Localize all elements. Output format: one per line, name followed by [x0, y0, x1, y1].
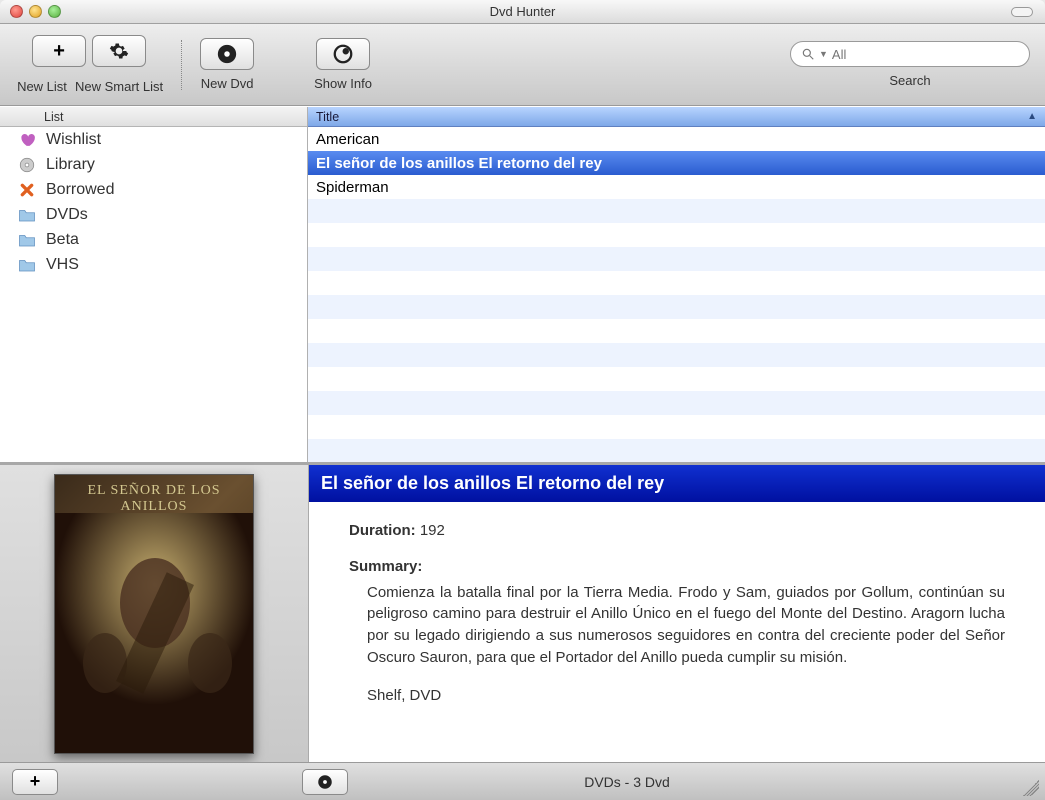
new-list-button[interactable]: + [32, 35, 86, 67]
toolbar-divider [181, 40, 182, 90]
add-button[interactable]: + [12, 769, 58, 795]
plus-icon: + [30, 771, 41, 792]
table-row-empty [308, 223, 1045, 247]
cover-title: EL SEÑOR DE LOS ANILLOS [55, 475, 253, 515]
column-header-title[interactable]: Title ▲ [308, 107, 1045, 127]
plus-icon: + [53, 40, 65, 63]
new-dvd-label: New Dvd [201, 76, 254, 91]
folder-icon [18, 231, 36, 249]
sidebar-item-beta[interactable]: Beta [0, 227, 307, 252]
titlebar: Dvd Hunter [0, 0, 1045, 24]
table-row-empty [308, 295, 1045, 319]
folder-icon [18, 256, 36, 274]
search-input[interactable] [832, 47, 1019, 62]
sidebar-item-library[interactable]: Library [0, 152, 307, 177]
sidebar-item-dvds[interactable]: DVDs [0, 202, 307, 227]
table-row[interactable]: Spiderman [308, 175, 1045, 199]
sidebar-item-label: VHS [46, 256, 79, 274]
statusbar: + DVDs - 3 Dvd [0, 762, 1045, 800]
new-smart-list-label: New Smart List [75, 79, 163, 94]
summary-label: Summary: [349, 558, 422, 575]
detail-title: El señor de los anillos El retorno del r… [309, 465, 1045, 502]
chevron-down-icon: ▼ [819, 49, 828, 59]
summary-text: Comienza la batalla final por la Tierra … [349, 582, 1005, 669]
toolbar-pill-button[interactable] [1011, 7, 1033, 17]
disc-icon [316, 773, 334, 791]
sidebar-item-label: Wishlist [46, 131, 101, 149]
show-info-label: Show Info [314, 76, 372, 91]
show-info-button[interactable] [316, 38, 370, 70]
sidebar-item-label: Library [46, 156, 95, 174]
sidebar: List Wishlist Library Borrowed DVDs Beta VHS [0, 107, 308, 462]
x-icon [18, 181, 36, 199]
table-row-empty [308, 271, 1045, 295]
table-row-empty [308, 367, 1045, 391]
search-icon [801, 47, 815, 61]
cover-pane: EL SEÑOR DE LOS ANILLOS [0, 465, 308, 762]
minimize-window-button[interactable] [29, 5, 42, 18]
disc-icon [18, 156, 36, 174]
sort-indicator-icon: ▲ [1027, 111, 1037, 122]
disc-icon [216, 43, 238, 65]
new-smart-list-button[interactable] [92, 35, 146, 67]
shelf-text: Shelf, DVD [349, 685, 1005, 707]
info-pane: El señor de los anillos El retorno del r… [308, 465, 1045, 762]
column-header-label: Title [316, 110, 339, 124]
table-row[interactable]: American [308, 127, 1045, 151]
table-row-empty [308, 199, 1045, 223]
toolbar: + New List New Smart List New Dvd [0, 24, 1045, 106]
gear-icon [109, 41, 129, 61]
table-row-empty [308, 319, 1045, 343]
sidebar-item-wishlist[interactable]: Wishlist [0, 127, 307, 152]
table-row-empty [308, 247, 1045, 271]
dvd-cover-image: EL SEÑOR DE LOS ANILLOS [54, 474, 254, 754]
detail-area: EL SEÑOR DE LOS ANILLOS El señor de los … [0, 462, 1045, 762]
new-dvd-button[interactable] [200, 38, 254, 70]
movie-list: AmericanEl señor de los anillos El retor… [308, 127, 1045, 462]
search-field[interactable]: ▼ [790, 41, 1030, 67]
sidebar-item-label: DVDs [46, 206, 88, 224]
status-text: DVDs - 3 Dvd [584, 774, 670, 790]
sidebar-item-borrowed[interactable]: Borrowed [0, 177, 307, 202]
duration-label: Duration: [349, 522, 416, 539]
table-row-empty [308, 439, 1045, 462]
table-row-empty [308, 391, 1045, 415]
table-row[interactable]: El señor de los anillos El retorno del r… [308, 151, 1045, 175]
sidebar-item-label: Borrowed [46, 181, 114, 199]
folder-icon [18, 206, 36, 224]
heart-icon [18, 131, 36, 149]
new-dvd-status-button[interactable] [302, 769, 348, 795]
window-title: Dvd Hunter [490, 4, 556, 19]
table-row-empty [308, 343, 1045, 367]
duration-value: 192 [420, 522, 445, 539]
info-icon [332, 43, 354, 65]
new-list-label: New List [15, 79, 69, 94]
table-row-empty [308, 415, 1045, 439]
main-pane: Title ▲ AmericanEl señor de los anillos … [308, 107, 1045, 462]
traffic-lights [0, 5, 61, 18]
search-label: Search [889, 73, 930, 88]
sidebar-header[interactable]: List [0, 107, 307, 127]
zoom-window-button[interactable] [48, 5, 61, 18]
content-area: List WishlistLibraryBorrowedDVDsBetaVHS … [0, 106, 1045, 462]
close-window-button[interactable] [10, 5, 23, 18]
resize-handle[interactable] [1023, 780, 1039, 796]
sidebar-item-label: Beta [46, 231, 79, 249]
sidebar-item-vhs[interactable]: VHS [0, 252, 307, 277]
